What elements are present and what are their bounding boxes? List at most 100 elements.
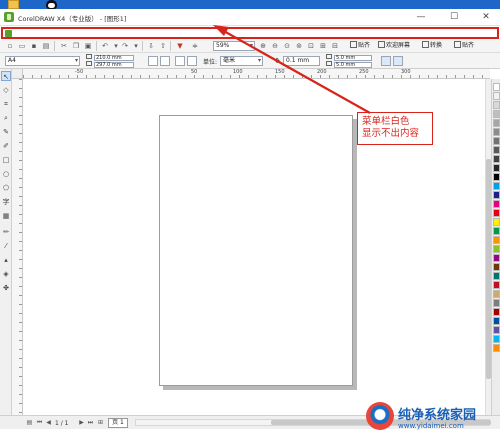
previous-page-icon[interactable]: ◀ bbox=[45, 419, 52, 427]
print-icon[interactable]: ▤ bbox=[41, 41, 51, 51]
color-swatch[interactable] bbox=[493, 245, 500, 253]
current-page-button[interactable] bbox=[187, 56, 197, 66]
document-icon[interactable] bbox=[5, 30, 12, 37]
copy-icon[interactable]: ❐ bbox=[71, 41, 81, 51]
color-swatch[interactable] bbox=[493, 227, 500, 235]
export-icon[interactable]: ⇧ bbox=[158, 41, 168, 51]
paper-size-dropdown[interactable]: A4 bbox=[5, 56, 80, 66]
zoom-height-icon[interactable]: ⊟ bbox=[330, 41, 340, 51]
color-swatch[interactable] bbox=[493, 218, 500, 226]
color-swatch[interactable] bbox=[493, 308, 500, 316]
outline-tool-icon[interactable]: ▴ bbox=[1, 255, 11, 265]
pick-tool-icon[interactable]: ↖ bbox=[1, 71, 11, 81]
color-swatch[interactable] bbox=[493, 236, 500, 244]
fill-tool-icon[interactable]: ◈ bbox=[1, 269, 11, 279]
color-swatch[interactable] bbox=[493, 326, 500, 334]
units-for-drawing-button[interactable] bbox=[381, 56, 391, 66]
smart-fill-tool-icon[interactable]: ✐ bbox=[1, 141, 11, 151]
zoom-page-icon[interactable]: ⊡ bbox=[306, 41, 316, 51]
first-page-icon[interactable]: ⏮ bbox=[36, 419, 43, 427]
open-folder-icon[interactable]: ▭ bbox=[17, 41, 27, 51]
page-height-field[interactable]: 297.0 mm bbox=[86, 61, 141, 68]
landscape-orientation-button[interactable] bbox=[160, 56, 170, 66]
ruler-origin[interactable] bbox=[12, 69, 23, 79]
ellipse-tool-icon[interactable]: ○ bbox=[1, 169, 11, 179]
color-swatch[interactable] bbox=[493, 254, 500, 262]
coreldraw-app-icon[interactable] bbox=[4, 12, 14, 22]
page-width-field[interactable]: 210.0 mm bbox=[86, 54, 141, 61]
rectangle-tool-icon[interactable]: □ bbox=[1, 155, 11, 165]
nudge-offset-field[interactable]: 0.1 mm bbox=[283, 56, 320, 66]
new-file-icon[interactable]: ▫ bbox=[5, 41, 15, 51]
zoom-tool-icon[interactable]: ⌕ bbox=[1, 113, 11, 123]
color-swatch[interactable] bbox=[493, 263, 500, 271]
application-launcher-icon[interactable]: ▼ bbox=[175, 41, 185, 51]
color-swatch[interactable] bbox=[493, 101, 500, 109]
next-page-icon[interactable]: ▶ bbox=[78, 419, 85, 427]
interactive-tool-icon[interactable]: ✏ bbox=[1, 227, 11, 237]
snap-to-button[interactable]: 贴齐 bbox=[350, 41, 370, 51]
color-swatch[interactable] bbox=[493, 83, 500, 91]
color-swatch[interactable] bbox=[493, 200, 500, 208]
all-pages-button[interactable] bbox=[175, 56, 185, 66]
color-swatch[interactable] bbox=[493, 119, 500, 127]
duplicate-distance-v-field[interactable]: 5.0 mm bbox=[326, 61, 378, 68]
treat-as-filled-button[interactable] bbox=[393, 56, 403, 66]
launch-button[interactable]: 贴齐 bbox=[454, 41, 474, 51]
polygon-tool-icon[interactable]: ⬠ bbox=[1, 183, 11, 193]
shape-tool-icon[interactable]: ◇ bbox=[1, 85, 11, 95]
duplicate-distance-h-field[interactable]: 5.0 mm bbox=[326, 54, 378, 61]
horizontal-ruler[interactable]: -50 50 100 150 200 250 300 bbox=[23, 69, 490, 79]
color-swatch[interactable] bbox=[493, 128, 500, 136]
color-swatch[interactable] bbox=[493, 272, 500, 280]
color-swatch[interactable] bbox=[493, 290, 500, 298]
zoom-level-dropdown[interactable]: 59% bbox=[213, 41, 255, 51]
color-swatch[interactable] bbox=[493, 182, 500, 190]
color-swatch[interactable] bbox=[493, 137, 500, 145]
color-swatch[interactable] bbox=[493, 191, 500, 199]
color-swatch[interactable] bbox=[493, 281, 500, 289]
last-page-icon[interactable]: ⏭ bbox=[87, 419, 94, 427]
close-button[interactable]: ✕ bbox=[473, 10, 499, 24]
import-icon[interactable]: ⇩ bbox=[146, 41, 156, 51]
text-tool-icon[interactable]: 字 bbox=[1, 197, 11, 207]
color-swatch[interactable] bbox=[493, 173, 500, 181]
document-info-icon[interactable]: ▤ bbox=[26, 419, 33, 427]
zoom-selected-icon[interactable]: ⊙ bbox=[282, 41, 292, 51]
add-page-icon[interactable]: ⊞ bbox=[97, 419, 104, 427]
qq-icon[interactable] bbox=[46, 0, 57, 9]
color-swatch[interactable] bbox=[493, 299, 500, 307]
color-swatch[interactable] bbox=[493, 155, 500, 163]
zoom-out-icon[interactable]: ⊖ bbox=[270, 41, 280, 51]
cut-icon[interactable]: ✂ bbox=[59, 41, 69, 51]
color-swatch[interactable] bbox=[493, 209, 500, 217]
color-swatch[interactable] bbox=[493, 335, 500, 343]
portrait-orientation-button[interactable] bbox=[148, 56, 158, 66]
minimize-button[interactable]: — bbox=[408, 10, 434, 24]
zoom-in-icon[interactable]: ⊕ bbox=[258, 41, 268, 51]
corel-online-icon[interactable]: ≑ bbox=[190, 41, 200, 51]
folder-icon[interactable] bbox=[8, 0, 19, 9]
convert-button[interactable]: 转换 bbox=[422, 41, 442, 51]
undo-icon[interactable]: ↶ bbox=[100, 41, 110, 51]
table-tool-icon[interactable]: ▦ bbox=[1, 211, 11, 221]
crop-tool-icon[interactable]: ⌗ bbox=[1, 99, 11, 109]
color-swatch[interactable] bbox=[493, 146, 500, 154]
color-swatch[interactable] bbox=[493, 317, 500, 325]
duplicate-v-value[interactable]: 5.0 mm bbox=[334, 62, 372, 68]
vertical-ruler[interactable] bbox=[12, 79, 23, 415]
page-tab[interactable]: 页 1 bbox=[108, 418, 128, 428]
blank-menu-bar[interactable] bbox=[1, 27, 499, 39]
interactive-fill-tool-icon[interactable]: ✤ bbox=[1, 283, 11, 293]
color-swatch[interactable] bbox=[493, 110, 500, 118]
save-icon[interactable]: ▪ bbox=[29, 41, 39, 51]
color-swatch[interactable] bbox=[493, 92, 500, 100]
units-dropdown[interactable]: 毫米 bbox=[220, 56, 263, 66]
zoom-width-icon[interactable]: ⊞ bbox=[318, 41, 328, 51]
welcome-screen-button[interactable]: 欢迎屏幕 bbox=[378, 41, 410, 51]
freehand-tool-icon[interactable]: ✎ bbox=[1, 127, 11, 137]
maximize-button[interactable]: ☐ bbox=[441, 10, 467, 24]
redo-dropdown-icon[interactable]: ▾ bbox=[131, 41, 141, 51]
zoom-all-icon[interactable]: ⊚ bbox=[294, 41, 304, 51]
paste-icon[interactable]: ▣ bbox=[83, 41, 93, 51]
